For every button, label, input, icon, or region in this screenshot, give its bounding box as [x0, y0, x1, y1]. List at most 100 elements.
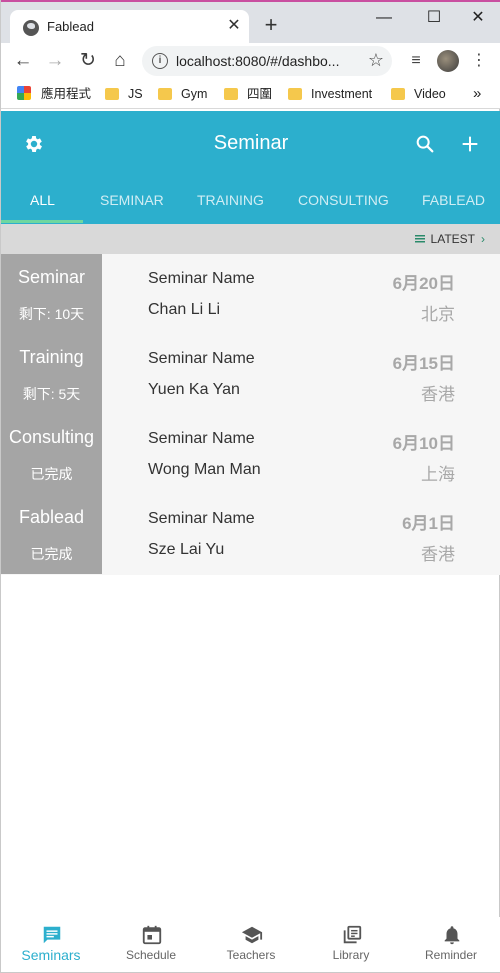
- globe-icon: [23, 20, 39, 36]
- seminar-person: Chan Li Li: [148, 301, 221, 318]
- tab-seminar[interactable]: SEMINAR: [100, 192, 164, 208]
- menu-icon[interactable]: ⋮: [469, 49, 489, 73]
- bookmark-js[interactable]: JS: [105, 85, 143, 103]
- tab-training[interactable]: TRAINING: [197, 192, 264, 208]
- seminar-status: 已完成: [30, 546, 73, 562]
- tab-fablead[interactable]: FABLEAD: [422, 192, 485, 208]
- seminar-location: 上海: [421, 465, 455, 484]
- tab-consulting[interactable]: CONSULTING: [298, 192, 389, 208]
- active-tab-indicator: [1, 220, 83, 223]
- url-text: localhost:8080/#/dashbo...: [176, 53, 340, 69]
- category-tabs: ALL SEMINAR TRAINING CONSULTING FABLEAD: [1, 183, 500, 223]
- list-item[interactable]: Training 剩下: 5天 Seminar Name Yuen Ka Yan…: [1, 334, 500, 414]
- nav-label: Seminars: [21, 947, 81, 963]
- window-close-icon[interactable]: ✕: [455, 6, 500, 34]
- bookmark-gym[interactable]: Gym: [158, 85, 207, 103]
- close-tab-icon[interactable]: ✕: [225, 17, 243, 35]
- bookmark-apps[interactable]: 應用程式: [17, 85, 91, 103]
- list-item[interactable]: Consulting 已完成 Seminar Name Wong Man Man…: [1, 414, 500, 494]
- seminar-name: Seminar Name: [148, 430, 255, 447]
- nav-label: Library: [332, 948, 370, 962]
- nav-library[interactable]: Library: [301, 917, 401, 972]
- nav-seminars[interactable]: Seminars: [1, 917, 101, 972]
- apps-icon: [17, 86, 31, 100]
- sort-bar: LATEST ›: [1, 224, 500, 254]
- seminar-date: 6月20日: [392, 274, 455, 293]
- search-icon[interactable]: [414, 133, 436, 155]
- seminar-date: 6月10日: [392, 434, 455, 453]
- profile-avatar[interactable]: [437, 50, 459, 72]
- nav-schedule[interactable]: Schedule: [101, 917, 201, 972]
- browser-tab[interactable]: Fablead ✕: [10, 10, 249, 45]
- bookmark-investment[interactable]: Investment: [288, 85, 372, 103]
- seminar-type-badge: Seminar 剩下: 10天: [1, 254, 102, 334]
- seminar-list: Seminar 剩下: 10天 Seminar Name Chan Li Li …: [1, 254, 500, 575]
- seminar-status: 已完成: [30, 466, 73, 482]
- seminar-type-badge: Training 剩下: 5天: [1, 334, 102, 414]
- seminar-location: 北京: [421, 305, 455, 324]
- seminar-person: Sze Lai Yu: [148, 541, 225, 558]
- chevron-right-icon: ›: [481, 232, 485, 246]
- more-bookmarks-icon[interactable]: »: [473, 85, 481, 103]
- site-info-icon[interactable]: i: [152, 53, 168, 69]
- list-item[interactable]: Fablead 已完成 Seminar Name Sze Lai Yu 6月1日…: [1, 494, 500, 574]
- sort-button[interactable]: LATEST ›: [414, 232, 485, 246]
- seminar-location: 香港: [421, 545, 455, 564]
- seminar-person: Yuen Ka Yan: [148, 381, 240, 398]
- seminar-date: 6月15日: [392, 354, 455, 373]
- seminar-location: 香港: [421, 385, 455, 404]
- add-icon[interactable]: [459, 133, 481, 155]
- folder-icon: [391, 88, 405, 100]
- home-icon[interactable]: ⌂: [108, 49, 132, 73]
- seminar-type: Fablead: [18, 507, 85, 527]
- minimize-icon[interactable]: —: [361, 6, 407, 34]
- browser-titlebar: Fablead ✕ + — ☐ ✕: [1, 0, 500, 45]
- tab-title: Fablead: [47, 19, 94, 34]
- app-header: Seminar ALL SEMINAR TRAINING CONSULTING …: [1, 111, 500, 224]
- folder-icon: [105, 88, 119, 100]
- bookmark-siwai[interactable]: 四圍: [224, 85, 272, 103]
- sort-label: LATEST: [430, 232, 475, 246]
- school-icon: [241, 926, 263, 944]
- seminar-status: 剩下: 5天: [22, 386, 81, 402]
- nav-label: Reminder: [424, 948, 478, 962]
- back-icon[interactable]: ←: [11, 49, 35, 73]
- reload-icon[interactable]: ↻: [76, 49, 100, 73]
- bottom-navigation: Seminars Schedule Teachers Library Remin…: [1, 917, 500, 972]
- seminar-name: Seminar Name: [148, 510, 255, 527]
- seminar-name: Seminar Name: [148, 350, 255, 367]
- browser-toolbar: ← → ↻ ⌂ i localhost:8080/#/dashbo... ☆ ≡…: [1, 43, 500, 80]
- seminar-status: 剩下: 10天: [18, 306, 85, 322]
- media-icon[interactable]: ≡: [405, 49, 427, 73]
- forward-icon[interactable]: →: [43, 49, 67, 73]
- list-item[interactable]: Seminar 剩下: 10天 Seminar Name Chan Li Li …: [1, 254, 500, 334]
- nav-teachers[interactable]: Teachers: [201, 917, 301, 972]
- folder-icon: [288, 88, 302, 100]
- folder-icon: [158, 88, 172, 100]
- seminar-type-badge: Consulting 已完成: [1, 414, 102, 494]
- folder-icon: [224, 88, 238, 100]
- nav-label: Schedule: [125, 948, 177, 962]
- seminar-person: Wong Man Man: [148, 461, 261, 478]
- seminar-date: 6月1日: [402, 514, 455, 533]
- seminar-type: Consulting: [8, 427, 95, 447]
- nav-label: Teachers: [226, 948, 276, 962]
- new-tab-icon[interactable]: +: [259, 14, 283, 38]
- browser-window: Fablead ✕ + — ☐ ✕ ← → ↻ ⌂ i localhost:80…: [0, 0, 500, 973]
- sort-icon: [414, 235, 425, 243]
- bookmark-star-icon[interactable]: ☆: [368, 50, 384, 71]
- bell-icon: [444, 926, 460, 945]
- library-icon: [343, 925, 362, 944]
- chat-icon: [43, 926, 61, 944]
- maximize-icon[interactable]: ☐: [411, 6, 457, 34]
- nav-reminder[interactable]: Reminder: [401, 917, 500, 972]
- address-bar[interactable]: i localhost:8080/#/dashbo... ☆: [142, 46, 392, 76]
- seminar-type: Seminar: [17, 267, 86, 287]
- bookmarks-bar: 應用程式 JS Gym 四圍 Investment Video »: [1, 80, 500, 109]
- seminar-type: Training: [19, 347, 84, 367]
- tab-all[interactable]: ALL: [30, 192, 55, 208]
- bookmark-video[interactable]: Video: [391, 85, 446, 103]
- seminar-name: Seminar Name: [148, 270, 255, 287]
- seminar-type-badge: Fablead 已完成: [1, 494, 102, 574]
- calendar-icon: [142, 925, 162, 945]
